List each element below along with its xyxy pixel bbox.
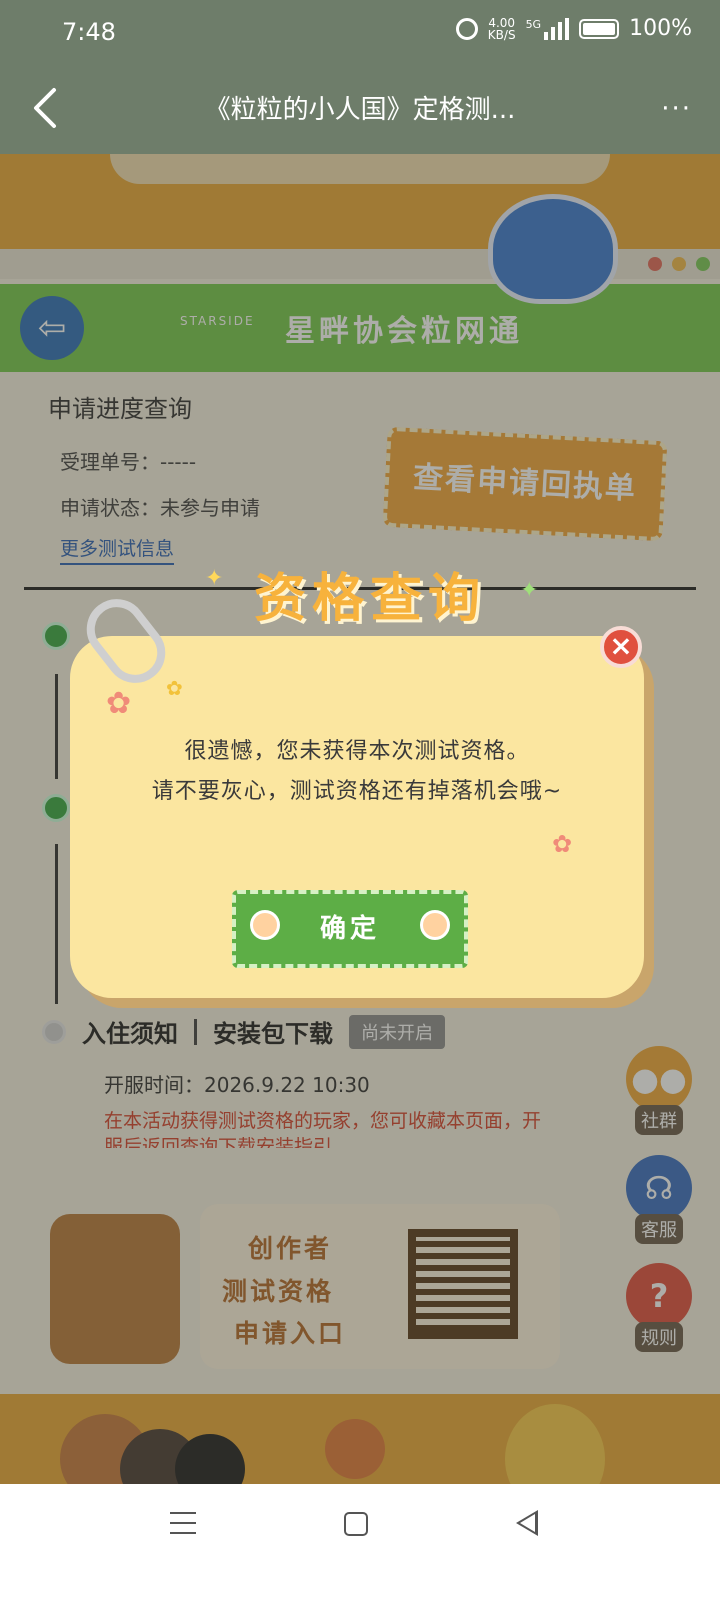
home-icon[interactable] [344, 1512, 368, 1536]
back-arrow-icon[interactable] [26, 86, 66, 130]
net-speed-unit: KB/S [487, 27, 516, 42]
modal-title: 资格查询 [253, 569, 486, 629]
net-speed: 4.00 KB/S [488, 17, 516, 41]
message-line-1: 很遗憾，您未获得本次测试资格。 [184, 739, 530, 764]
system-nav-bar [0, 1484, 720, 1612]
signal-icon: 5G [525, 17, 570, 40]
flower-icon [250, 910, 280, 940]
nav-back-icon[interactable] [516, 1510, 538, 1536]
close-icon[interactable]: × [600, 626, 642, 668]
network-type: 5G [525, 17, 542, 31]
confirm-label: 确定 [319, 914, 380, 944]
app-title-bar: 《粒粒的小人国》定格测... ··· [0, 64, 720, 154]
page-title: 《粒粒的小人国》定格测... [204, 95, 516, 125]
battery-icon [579, 18, 620, 39]
message-line-2: 请不要灰心，测试资格还有掉落机会哦~ [151, 779, 563, 804]
status-bar: 7:48 4.00 KB/S 5G 100% [0, 0, 720, 64]
status-time: 7:48 [62, 18, 116, 46]
sparkle-icon: ✦ [520, 578, 539, 603]
alarm-icon [455, 17, 478, 40]
more-options-icon[interactable]: ··· [661, 94, 692, 124]
flower-icon [420, 910, 450, 940]
battery-percent: 100% [629, 16, 692, 41]
status-icons: 4.00 KB/S 5G 100% [455, 16, 692, 41]
confirm-button[interactable]: 确定 [232, 890, 468, 968]
flower-icon: ✿ [106, 686, 132, 721]
menu-icon[interactable] [170, 1512, 196, 1534]
flower-icon: ✿ [552, 830, 573, 858]
modal-message: 很遗憾，您未获得本次测试资格。 请不要灰心，测试资格还有掉落机会哦~ [90, 732, 624, 812]
flower-icon: ✿ [166, 676, 183, 700]
